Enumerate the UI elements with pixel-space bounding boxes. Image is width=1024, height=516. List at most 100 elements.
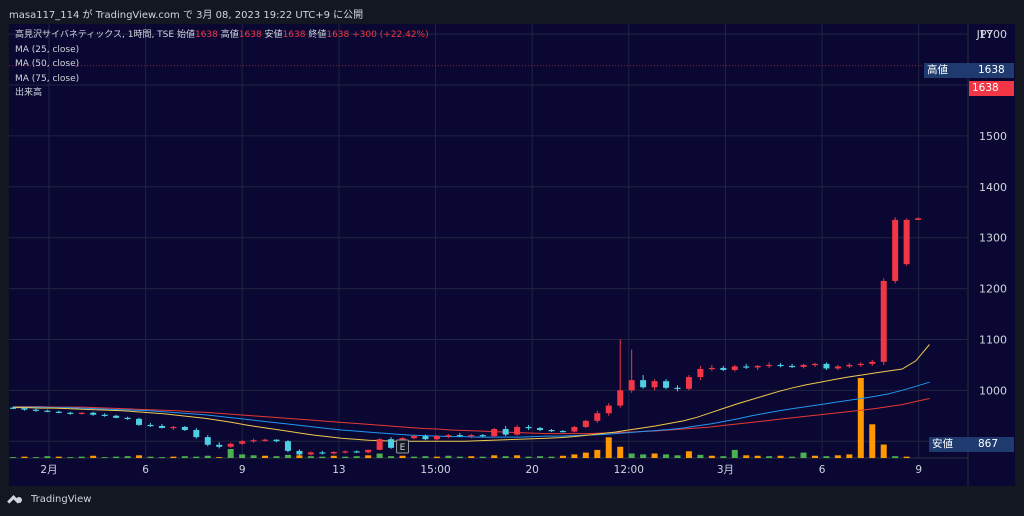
candle-body bbox=[32, 409, 39, 411]
legend-ma25[interactable]: MA (25, close) bbox=[15, 43, 429, 58]
volume-bar bbox=[674, 455, 681, 458]
price-tick-label: 1100 bbox=[979, 333, 1007, 346]
volume-bar bbox=[823, 456, 830, 458]
candle-body bbox=[319, 452, 326, 454]
volume-bar bbox=[708, 455, 715, 458]
volume-bar bbox=[388, 456, 395, 458]
volume-bar bbox=[537, 456, 544, 458]
candle-body bbox=[216, 444, 223, 447]
open-value: 1638 bbox=[194, 30, 218, 40]
price-tick-label: 1400 bbox=[979, 181, 1007, 194]
candle-body bbox=[743, 366, 750, 368]
volume-bar bbox=[617, 446, 624, 458]
footer-brand[interactable]: TradingView bbox=[9, 494, 91, 505]
low-price-tag: 安値 867 bbox=[929, 437, 1014, 452]
volume-bar bbox=[456, 456, 463, 458]
candle-body bbox=[55, 411, 62, 413]
candle-body bbox=[136, 418, 143, 425]
volume-bar bbox=[170, 456, 177, 458]
earnings-marker-label: E bbox=[400, 443, 406, 453]
candle-body bbox=[571, 426, 578, 432]
volume-bar bbox=[113, 456, 120, 458]
candle-body bbox=[78, 412, 85, 414]
volume-bar bbox=[605, 437, 612, 458]
currency-label: JPY bbox=[976, 28, 993, 41]
volume-bar bbox=[640, 454, 647, 458]
candle-body bbox=[720, 367, 727, 370]
low-tag-value: 867 bbox=[978, 438, 999, 450]
ma75-line bbox=[13, 398, 930, 435]
candle-body bbox=[514, 426, 521, 435]
volume-bar bbox=[422, 456, 429, 458]
volume-bar bbox=[90, 455, 97, 458]
volume-bar bbox=[720, 456, 727, 458]
low-value: 1638 bbox=[282, 30, 306, 40]
high-tag-label: 高値 bbox=[927, 64, 948, 76]
volume-bar bbox=[571, 454, 578, 458]
legend-volume[interactable]: 出来高 bbox=[15, 86, 429, 101]
candle-body bbox=[468, 435, 475, 437]
volume-bar bbox=[663, 454, 670, 458]
candle-body bbox=[204, 437, 211, 445]
legend-ma75[interactable]: MA (75, close) bbox=[15, 72, 429, 87]
candle-body bbox=[44, 410, 51, 412]
candle-body bbox=[353, 451, 360, 453]
candle-body bbox=[227, 443, 234, 447]
volume-bar bbox=[525, 456, 532, 458]
volume-bar bbox=[216, 457, 223, 458]
candles bbox=[10, 65, 933, 456]
time-tick-label: 9 bbox=[239, 464, 246, 476]
candle-body bbox=[869, 361, 876, 364]
candle-body bbox=[147, 424, 154, 427]
volume-bar bbox=[193, 456, 200, 458]
volume-bar bbox=[582, 452, 589, 458]
candle-body bbox=[365, 449, 372, 453]
candle-body bbox=[250, 440, 257, 442]
volume-bar bbox=[55, 456, 62, 458]
candle-body bbox=[594, 413, 601, 421]
candle-body bbox=[617, 390, 624, 406]
candle-body bbox=[90, 412, 97, 415]
time-tick-label: 6 bbox=[142, 464, 149, 476]
candle-body bbox=[857, 363, 864, 366]
time-tick-label: 12:00 bbox=[614, 464, 644, 476]
volume-bar bbox=[743, 455, 750, 458]
volume-bar bbox=[514, 455, 521, 458]
volume-bar bbox=[262, 455, 269, 458]
volume-bar bbox=[353, 456, 360, 458]
legend-ma50[interactable]: MA (50, close) bbox=[15, 57, 429, 72]
volume-bar bbox=[181, 456, 188, 458]
time-tick-label: 9 bbox=[915, 464, 922, 476]
chart-panel[interactable]: 170016001500140013001200110010009002月691… bbox=[9, 24, 1015, 486]
volume-bar bbox=[44, 456, 51, 458]
volume-bar bbox=[800, 452, 807, 458]
volume-bar bbox=[846, 454, 853, 458]
candle-body bbox=[811, 363, 818, 366]
candle-body bbox=[834, 366, 841, 369]
volume-bar bbox=[296, 455, 303, 458]
close-label: 終値 bbox=[308, 30, 327, 40]
candle-body bbox=[445, 435, 452, 437]
candle-body bbox=[479, 435, 486, 437]
volume-bar bbox=[834, 455, 841, 458]
candle-body bbox=[915, 218, 922, 220]
candle-body bbox=[433, 436, 440, 440]
volume-bar bbox=[136, 455, 143, 458]
candle-body bbox=[342, 451, 349, 453]
candle-body bbox=[181, 426, 188, 431]
volume-bar bbox=[880, 444, 887, 458]
volume-bar bbox=[697, 454, 704, 458]
price-tick-label: 1300 bbox=[979, 232, 1007, 245]
volume-bar bbox=[628, 453, 635, 458]
candle-body bbox=[67, 412, 74, 414]
publish-bar: masa117_114 が TradingView.com で 3月 08, 2… bbox=[0, 0, 1024, 24]
volume-bar bbox=[754, 455, 761, 458]
volume-bar bbox=[399, 455, 406, 458]
symbol-title[interactable]: 高見沢サイバネティックス, 1時間, TSE bbox=[15, 30, 174, 40]
candle-body bbox=[823, 363, 830, 369]
high-value: 1638 bbox=[238, 30, 262, 40]
candle-body bbox=[307, 452, 314, 455]
volume-bar bbox=[365, 455, 372, 458]
candle-body bbox=[21, 408, 28, 410]
candle-body bbox=[731, 366, 738, 370]
